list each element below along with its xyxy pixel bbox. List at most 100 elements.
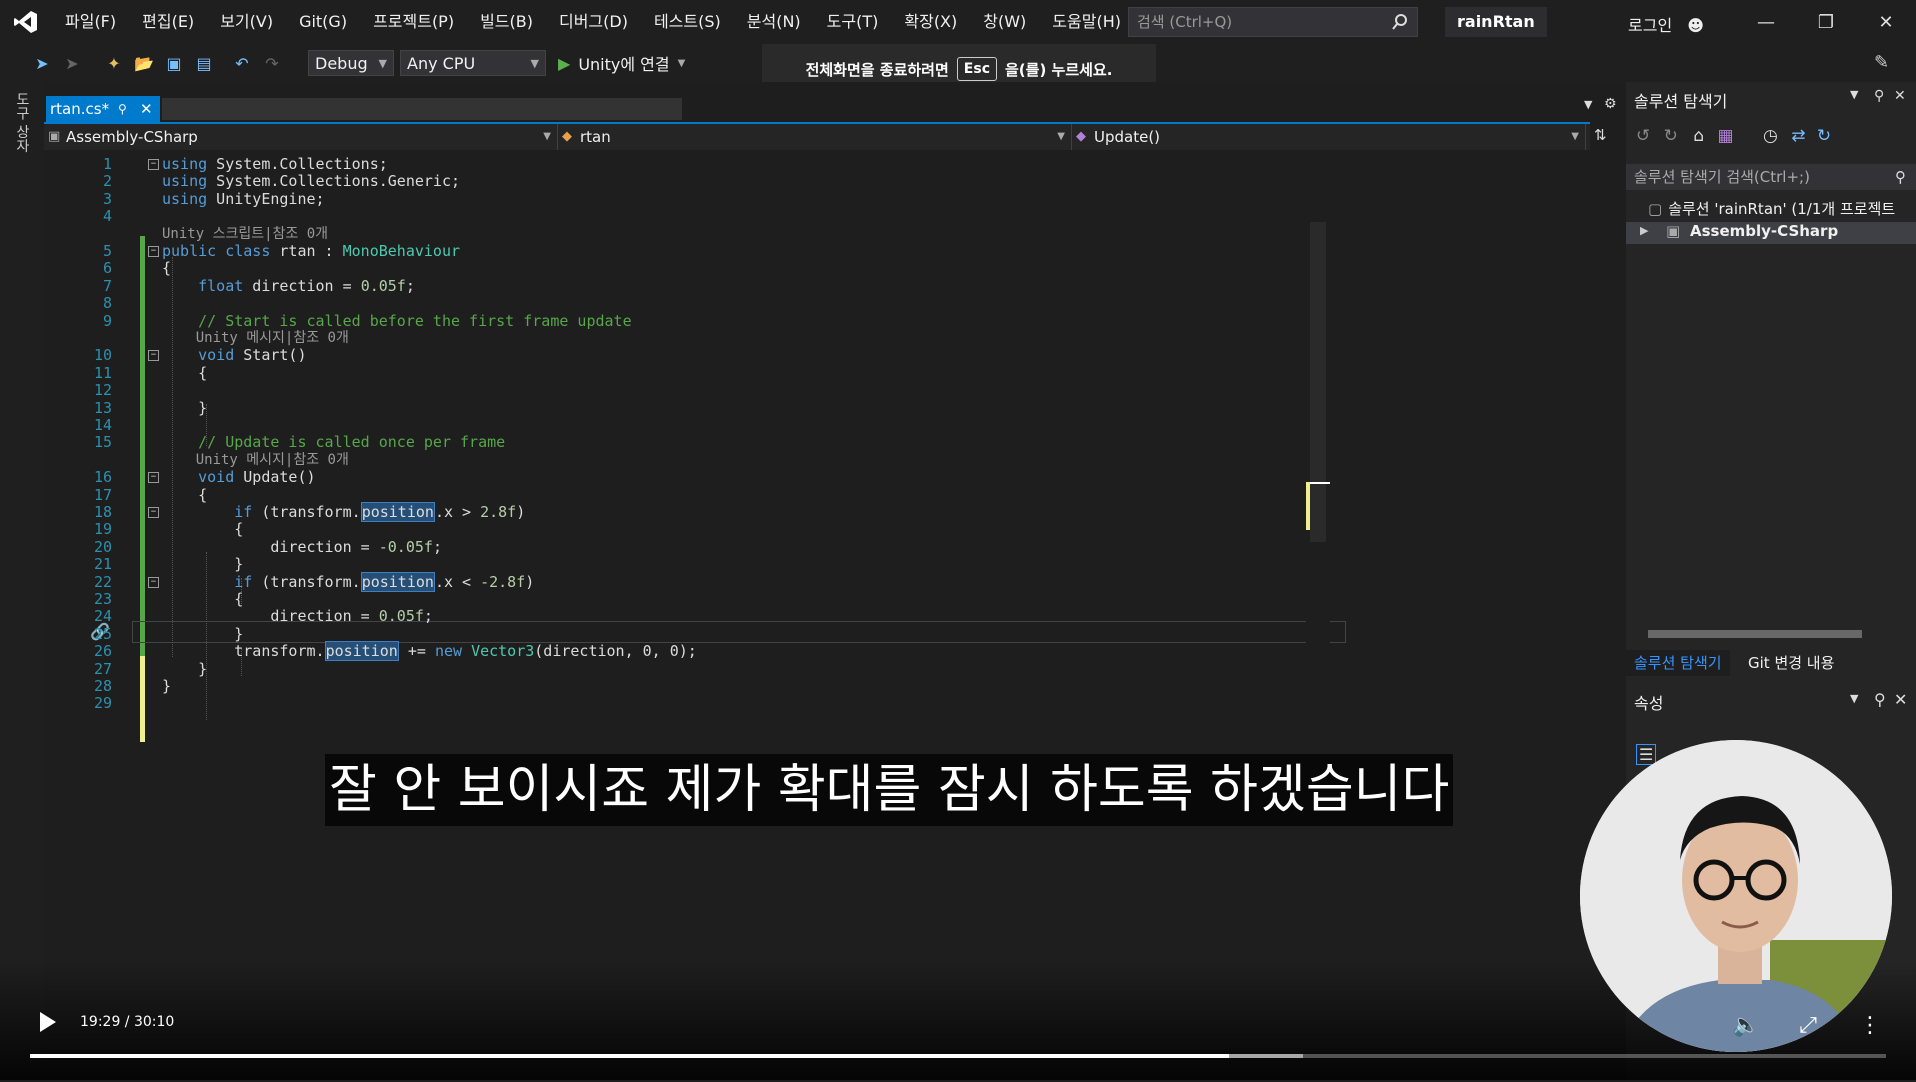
solution-search-input[interactable]: 솔루션 탐색기 검색(Ctrl+;) ⚲ [1626, 164, 1916, 190]
chevron-down-icon: ▼ [1571, 131, 1579, 142]
restore-button[interactable]: ❐ [1796, 0, 1856, 44]
more-options-icon[interactable]: ⋮ [1852, 1008, 1888, 1042]
exit-fullscreen-icon[interactable]: ⤢ [1790, 1008, 1826, 1042]
menu-item[interactable]: Git(G) [286, 0, 360, 44]
solution-icon: ▢ [1648, 200, 1663, 218]
minimize-button[interactable]: — [1736, 0, 1796, 44]
project-label: Assembly-CSharp [1690, 222, 1839, 240]
tab-solution-explorer[interactable]: 솔루션 탐색기 [1626, 650, 1730, 676]
class-dropdown[interactable]: ◆ rtan ▼ [558, 124, 1072, 150]
menu-item[interactable]: 확장(X) [891, 0, 970, 44]
collapse-icon[interactable]: − [148, 350, 159, 362]
close-icon[interactable]: ✕ [1894, 88, 1906, 104]
horizontal-scrollbar[interactable] [1626, 628, 1916, 640]
redo-icon[interactable]: ↷ [260, 51, 284, 75]
save-all-icon[interactable]: ▤ [192, 51, 216, 75]
menu-item[interactable]: 파일(F) [52, 0, 129, 44]
home-icon[interactable]: ⌂ [1693, 126, 1704, 146]
chevron-down-icon: ▼ [543, 131, 551, 142]
menu-item[interactable]: 빌드(B) [467, 0, 546, 44]
close-window-button[interactable]: ✕ [1856, 0, 1916, 44]
open-file-icon[interactable]: 📂 [132, 51, 156, 75]
account-icon: ☻ [1687, 16, 1704, 35]
menu-item[interactable]: 도움말(H) [1039, 0, 1134, 44]
undo-icon[interactable]: ↶ [230, 51, 254, 75]
refresh-icon[interactable]: ↻ [1817, 126, 1831, 146]
class-dropdown-label: rtan [580, 128, 611, 146]
collapse-icon[interactable]: − [148, 576, 159, 588]
close-icon[interactable]: ✕ [1894, 690, 1907, 709]
run-label: Unity에 연결 [578, 55, 670, 74]
panel-dropdown-icon[interactable]: ▼ [1850, 88, 1858, 101]
solution-explorer-toolbar: ↺ ↻ ⌂ ▦ ◷ ⇄ ↻ [1636, 126, 1831, 146]
played-bar [30, 1054, 1229, 1058]
line-number: 29 [93, 694, 112, 713]
forward-icon[interactable]: ↻ [1664, 126, 1678, 146]
collapse-icon[interactable]: − [148, 507, 159, 518]
tab-rtan-cs[interactable]: rtan.cs* ⚲ ✕ [46, 96, 160, 122]
tree-item-solution[interactable]: ▢ 솔루션 'rainRtan' (1/1개 프로젝트 [1648, 198, 1895, 219]
sync-icon[interactable]: ⇄ [1791, 126, 1805, 146]
forward-icon[interactable]: ➤ [60, 51, 84, 75]
switch-views-icon[interactable]: ▦ [1718, 126, 1734, 146]
code-area[interactable]: 🔗 1− using System.Collections; 2 using Syst… [44, 152, 1590, 1082]
close-icon[interactable]: ✕ [140, 96, 153, 122]
save-icon[interactable]: ▣ [162, 51, 186, 75]
search-icon[interactable]: ⚲ [1895, 164, 1906, 190]
split-editor-icon[interactable]: ⇅ [1594, 126, 1607, 144]
play-icon: ▶ [558, 53, 571, 73]
panel-dropdown-icon[interactable]: ▼ [1850, 692, 1858, 705]
chevron-down-icon: ▼ [378, 57, 387, 70]
tree-item-project[interactable]: ▶ ▣ Assembly-CSharp [1626, 222, 1916, 244]
visual-studio-logo-icon [0, 0, 52, 44]
play-icon[interactable] [40, 1012, 56, 1032]
chevron-right-icon[interactable]: ▶ [1640, 224, 1648, 237]
code-line[interactable]: 29 [44, 693, 1590, 714]
collapse-icon[interactable]: − [148, 472, 159, 484]
pin-icon[interactable]: ⚲ [1874, 88, 1884, 104]
menu-item[interactable]: 디버그(D) [546, 0, 641, 44]
menu-item[interactable]: 프로젝트(P) [360, 0, 467, 44]
menu-item[interactable]: 도구(T) [814, 0, 892, 44]
configuration-value: Debug [315, 54, 368, 73]
pin-icon[interactable]: ⚲ [118, 96, 127, 122]
scrollbar-thumb[interactable] [1648, 630, 1862, 638]
menu-item[interactable]: 편집(E) [129, 0, 207, 44]
collapse-icon[interactable]: − [148, 246, 159, 257]
toolbox-tab[interactable]: 도구 상자 [12, 92, 32, 152]
search-input[interactable]: 검색 (Ctrl+Q) [1128, 7, 1418, 37]
menu-item[interactable]: 창(W) [970, 0, 1039, 44]
settings-gear-icon[interactable]: ⚙ [1604, 96, 1617, 112]
back-icon[interactable]: ↺ [1636, 126, 1650, 146]
esc-key: Esc [956, 57, 997, 81]
feedback-icon[interactable]: ✎ [1874, 52, 1889, 73]
project-dropdown-label: Assembly-CSharp [66, 128, 198, 146]
solution-name-badge: rainRtan [1445, 7, 1547, 37]
chevron-down-icon: ▼ [1057, 131, 1065, 142]
tab-git-changes[interactable]: Git 변경 내용 [1740, 650, 1842, 676]
new-project-icon[interactable]: ✦ [102, 51, 126, 75]
solution-explorer-title: 솔루션 탐색기 [1634, 92, 1728, 111]
run-button[interactable]: ▶ Unity에 연결 ▼ [558, 51, 685, 75]
search-placeholder: 검색 (Ctrl+Q) [1137, 13, 1233, 31]
video-progress-bar[interactable] [30, 1054, 1886, 1058]
pin-icon[interactable]: ⚲ [1874, 690, 1886, 709]
volume-icon[interactable]: 🔈 [1728, 1008, 1764, 1042]
member-dropdown[interactable]: ◆ Update() ▼ [1072, 124, 1586, 150]
login-link[interactable]: 로그인 ☻ [1628, 12, 1704, 36]
login-label: 로그인 [1628, 16, 1673, 35]
menu-item[interactable]: 테스트(S) [641, 0, 734, 44]
configuration-select[interactable]: Debug ▼ [308, 50, 394, 76]
categorized-icon[interactable]: ☰ [1636, 744, 1657, 765]
platform-select[interactable]: Any CPU ▼ [400, 50, 546, 76]
platform-value: Any CPU [407, 54, 476, 73]
pending-changes-icon[interactable]: ◷ [1763, 126, 1778, 146]
menu-item[interactable]: 분석(N) [734, 0, 814, 44]
chevron-down-icon: ▼ [677, 57, 686, 69]
search-icon[interactable] [1391, 12, 1409, 40]
menu-item[interactable]: 보기(V) [207, 0, 286, 44]
collapse-icon[interactable]: − [148, 159, 159, 170]
project-dropdown[interactable]: ▣ Assembly-CSharp ▼ [44, 124, 558, 150]
back-icon[interactable]: ➤ [30, 51, 54, 75]
tab-list-dropdown-icon[interactable]: ▼ [1584, 98, 1592, 111]
